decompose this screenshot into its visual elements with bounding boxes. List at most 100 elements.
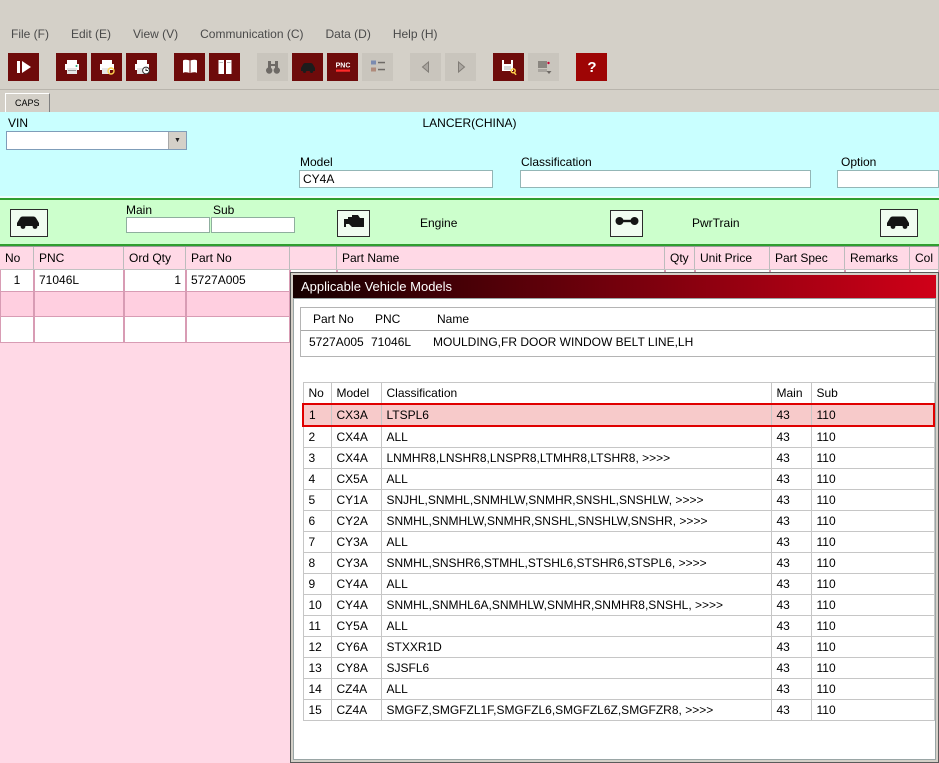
parts-cell[interactable] (124, 317, 186, 343)
model-row[interactable]: 12CY6ASTXXR1D43110 (303, 637, 934, 658)
model-cell-classification[interactable]: SNJHL,SNMHL,SNMHLW,SNMHR,SNSHL,SNSHLW, >… (381, 490, 771, 511)
main-field[interactable] (126, 217, 210, 233)
body-group-button[interactable] (10, 209, 48, 237)
model-cell-no[interactable]: 2 (303, 426, 331, 448)
back-button[interactable] (410, 53, 441, 81)
menu-item[interactable]: File (F) (0, 27, 60, 41)
model-cell-main[interactable]: 43 (771, 616, 811, 637)
sub-field[interactable] (211, 217, 295, 233)
model-row[interactable]: 3CX4ALNMHR8,LNSHR8,LNSPR8,LTMHR8,LTSHR8,… (303, 448, 934, 469)
model-cell-model[interactable]: CY3A (331, 532, 381, 553)
list-button[interactable] (362, 53, 393, 81)
model-row[interactable]: 13CY8ASJSFL643110 (303, 658, 934, 679)
model-cell-no[interactable]: 11 (303, 616, 331, 637)
model-cell-sub[interactable]: 110 (811, 532, 934, 553)
model-cell-classification[interactable]: SJSFL6 (381, 658, 771, 679)
model-cell-main[interactable]: 43 (771, 679, 811, 700)
parts-cell[interactable] (34, 292, 124, 317)
model-cell-classification[interactable]: ALL (381, 532, 771, 553)
model-cell-classification[interactable]: SNMHL,SNMHLW,SNMHR,SNSHL,SNSHLW,SNSHR, >… (381, 511, 771, 532)
save-button[interactable] (493, 53, 524, 81)
model-cell-classification[interactable]: ALL (381, 469, 771, 490)
model-cell-model[interactable]: CY6A (331, 637, 381, 658)
model-row[interactable]: 5CY1ASNJHL,SNMHL,SNMHLW,SNMHR,SNSHL,SNSH… (303, 490, 934, 511)
model-row[interactable]: 1CX3ALTSPL643110 (303, 404, 934, 426)
model-cell-no[interactable]: 15 (303, 700, 331, 721)
menu-item[interactable]: Edit (E) (60, 27, 122, 41)
parts-cell[interactable]: 1 (0, 270, 34, 292)
model-cell-no[interactable]: 8 (303, 553, 331, 574)
model-cell-sub[interactable]: 110 (811, 426, 934, 448)
menu-item[interactable]: Help (H) (382, 27, 449, 41)
option-field[interactable] (837, 170, 939, 188)
engine-group-button[interactable] (337, 210, 370, 237)
model-row[interactable]: 11CY5AALL43110 (303, 616, 934, 637)
vin-input[interactable] (7, 132, 168, 149)
model-cell-model[interactable]: CX4A (331, 426, 381, 448)
model-cell-sub[interactable]: 110 (811, 700, 934, 721)
model-cell-main[interactable]: 43 (771, 404, 811, 426)
model-cell-classification[interactable]: SNMHL,SNSHR6,STMHL,STSHL6,STSHR6,STSPL6,… (381, 553, 771, 574)
print-setup-button[interactable] (126, 53, 157, 81)
model-cell-no[interactable]: 12 (303, 637, 331, 658)
model-cell-sub[interactable]: 110 (811, 553, 934, 574)
model-cell-model[interactable]: CZ4A (331, 700, 381, 721)
model-cell-no[interactable]: 7 (303, 532, 331, 553)
model-cell-no[interactable]: 4 (303, 469, 331, 490)
dialog-titlebar[interactable]: Applicable Vehicle Models (293, 275, 936, 298)
model-cell-main[interactable]: 43 (771, 700, 811, 721)
parts-cell[interactable] (186, 292, 290, 317)
model-cell-no[interactable]: 9 (303, 574, 331, 595)
model-cell-main[interactable]: 43 (771, 637, 811, 658)
parts-cell[interactable] (34, 317, 124, 343)
model-cell-sub[interactable]: 110 (811, 490, 934, 511)
model-cell-model[interactable]: CY4A (331, 595, 381, 616)
parts-cell[interactable] (124, 292, 186, 317)
menu-item[interactable]: View (V) (122, 27, 189, 41)
index-button[interactable] (209, 53, 240, 81)
vin-dropdown-button[interactable]: ▼ (168, 132, 186, 149)
classification-field[interactable] (520, 170, 811, 188)
search-button[interactable] (257, 53, 288, 81)
body2-group-button[interactable] (880, 209, 918, 237)
model-cell-no[interactable]: 1 (303, 404, 331, 426)
model-cell-classification[interactable]: ALL (381, 616, 771, 637)
menu-item[interactable]: Communication (C) (189, 27, 314, 41)
model-field[interactable] (299, 170, 493, 188)
model-cell-sub[interactable]: 110 (811, 679, 934, 700)
model-cell-main[interactable]: 43 (771, 553, 811, 574)
model-cell-main[interactable]: 43 (771, 574, 811, 595)
model-cell-no[interactable]: 10 (303, 595, 331, 616)
model-cell-model[interactable]: CX3A (331, 404, 381, 426)
model-cell-sub[interactable]: 110 (811, 448, 934, 469)
model-cell-classification[interactable]: ALL (381, 574, 771, 595)
model-cell-main[interactable]: 43 (771, 532, 811, 553)
print-preview-button[interactable] (91, 53, 122, 81)
model-row[interactable]: 4CX5AALL43110 (303, 469, 934, 490)
model-cell-classification[interactable]: SMGFZ,SMGFZL1F,SMGFZL6,SMGFZL6Z,SMGFZR8,… (381, 700, 771, 721)
model-cell-main[interactable]: 43 (771, 469, 811, 490)
model-cell-sub[interactable]: 110 (811, 574, 934, 595)
help-button[interactable]: ? (576, 53, 607, 81)
model-row[interactable]: 8CY3ASNMHL,SNSHR6,STMHL,STSHL6,STSHR6,ST… (303, 553, 934, 574)
model-row[interactable]: 15CZ4ASMGFZ,SMGFZL1F,SMGFZL6,SMGFZL6Z,SM… (303, 700, 934, 721)
model-cell-model[interactable]: CY3A (331, 553, 381, 574)
goto-button[interactable] (8, 53, 39, 81)
model-cell-classification[interactable]: LNMHR8,LNSHR8,LNSPR8,LTMHR8,LTSHR8, >>>> (381, 448, 771, 469)
model-cell-model[interactable]: CY1A (331, 490, 381, 511)
model-row[interactable]: 6CY2ASNMHL,SNMHLW,SNMHR,SNSHL,SNSHLW,SNS… (303, 511, 934, 532)
model-row[interactable]: 7CY3AALL43110 (303, 532, 934, 553)
model-cell-no[interactable]: 5 (303, 490, 331, 511)
model-cell-model[interactable]: CX5A (331, 469, 381, 490)
model-cell-model[interactable]: CY4A (331, 574, 381, 595)
model-cell-model[interactable]: CY2A (331, 511, 381, 532)
parts-cell[interactable]: 1 (124, 270, 186, 292)
model-cell-classification[interactable]: ALL (381, 679, 771, 700)
model-cell-model[interactable]: CX4A (331, 448, 381, 469)
model-cell-model[interactable]: CY8A (331, 658, 381, 679)
model-cell-classification[interactable]: ALL (381, 426, 771, 448)
pwrtrain-group-button[interactable] (610, 210, 643, 237)
model-cell-sub[interactable]: 110 (811, 595, 934, 616)
model-row[interactable]: 10CY4ASNMHL,SNMHL6A,SNMHLW,SNMHR,SNMHR8,… (303, 595, 934, 616)
model-cell-sub[interactable]: 110 (811, 511, 934, 532)
